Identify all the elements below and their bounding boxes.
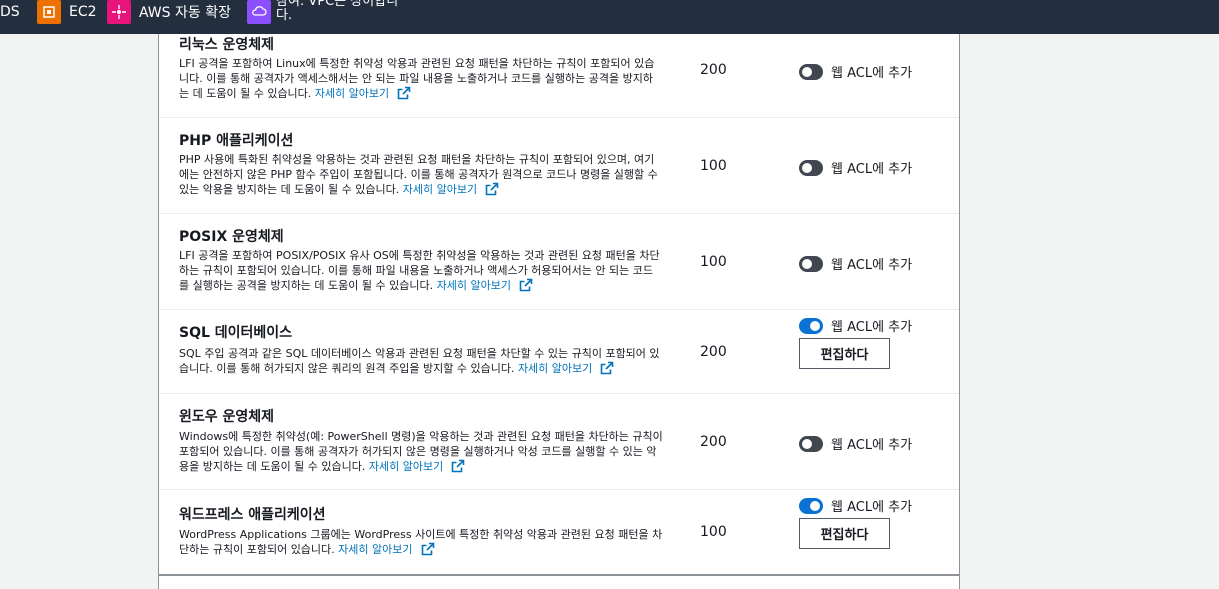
rule-title: 리눅스 운영체제 xyxy=(179,37,275,53)
add-to-web-acl-toggle[interactable]: 웹 ACL에 추가 xyxy=(799,434,912,453)
capacity-value: 200 xyxy=(700,434,727,450)
edit-button[interactable]: 편집하다 xyxy=(799,338,890,369)
add-to-web-acl-toggle[interactable]: 웹 ACL에 추가 xyxy=(799,254,912,273)
edit-button[interactable]: 편집하다 xyxy=(799,518,890,549)
nav-item-ec2[interactable]: EC2 xyxy=(37,0,97,24)
capacity-value: 200 xyxy=(700,62,727,78)
toggle-label: 웹 ACL에 추가 xyxy=(831,438,913,453)
external-link-icon[interactable] xyxy=(397,86,411,100)
toggle-switch[interactable] xyxy=(799,317,823,334)
toggle-switch[interactable] xyxy=(799,435,823,452)
external-link-icon[interactable] xyxy=(519,278,533,292)
rule-title: 윈도우 운영체제 xyxy=(179,409,275,425)
toggle-label: 웹 ACL에 추가 xyxy=(831,66,913,81)
rule-row-wordpress: 워드프레스 애플리케이션 WordPress Applications 그룹에는… xyxy=(159,490,959,575)
capacity-value: 100 xyxy=(700,158,727,174)
nav-autoscaling-label: AWS 자동 확장 xyxy=(139,5,231,21)
rule-row-windows: 윈도우 운영체제 Windows에 특정한 취약성(예: PowerShell … xyxy=(159,394,959,490)
rule-row-linux: 리눅스 운영체제 LFI 공격을 포함하여 Linux에 특정한 취약성 악용과… xyxy=(159,34,959,118)
rule-title: 워드프레스 애플리케이션 xyxy=(179,507,326,523)
toggle-switch[interactable] xyxy=(799,63,823,80)
add-to-web-acl-toggle[interactable]: 웹 ACL에 추가 xyxy=(799,158,912,177)
add-to-web-acl-toggle[interactable]: 웹 ACL에 추가 xyxy=(799,62,912,81)
rule-row-php: PHP 애플리케이션 PHP 사용에 특화된 취약성을 악용하는 것과 관련된 … xyxy=(159,118,959,214)
external-link-icon[interactable] xyxy=(421,542,435,556)
learn-more-link[interactable]: 자세히 알아보기 xyxy=(315,87,389,100)
rule-row-sql: SQL 데이터베이스 SQL 주입 공격과 같은 SQL 데이터베이스 악용과 … xyxy=(159,310,959,394)
rule-title: POSIX 운영체제 xyxy=(179,229,284,245)
learn-more-link[interactable]: 자세히 알아보기 xyxy=(403,183,477,196)
add-to-web-acl-toggle[interactable]: 웹 ACL에 추가 xyxy=(799,316,912,335)
toggle-switch[interactable] xyxy=(799,255,823,272)
rule-row-posix: POSIX 운영체제 LFI 공격을 포함하여 POSIX/POSIX 유사 O… xyxy=(159,214,959,310)
rule-description: LFI 공격을 포함하여 Linux에 특정한 취약성 악용과 관련된 요청 패… xyxy=(179,57,655,100)
toggle-label: 웹 ACL에 추가 xyxy=(831,258,913,273)
rule-description: LFI 공격을 포함하여 POSIX/POSIX 유사 OS에 특정한 취약성을… xyxy=(179,249,660,292)
rule-description: SQL 주입 공격과 같은 SQL 데이터베이스 악용과 관련된 요청 패턴을 … xyxy=(179,347,660,375)
nav-item-partial[interactable]: DS xyxy=(0,0,20,24)
capacity-value: 100 xyxy=(700,524,727,540)
ec2-icon xyxy=(37,0,61,24)
toggle-switch[interactable] xyxy=(799,497,823,514)
nav-partial-label: DS xyxy=(0,4,20,20)
learn-more-link[interactable]: 자세히 알아보기 xyxy=(518,362,592,375)
toggle-label: 웹 ACL에 추가 xyxy=(831,320,913,335)
external-link-icon[interactable] xyxy=(451,459,465,473)
next-section-card xyxy=(158,575,960,589)
toggle-label: 웹 ACL에 추가 xyxy=(831,162,913,177)
learn-more-link[interactable]: 자세히 알아보기 xyxy=(369,460,443,473)
rule-title: SQL 데이터베이스 xyxy=(179,325,293,341)
capacity-value: 100 xyxy=(700,254,727,270)
nav-item-autoscaling[interactable]: AWS 자동 확장 xyxy=(107,0,231,24)
external-link-icon[interactable] xyxy=(485,182,499,196)
nav-item-vpc[interactable] xyxy=(247,0,279,24)
top-nav-bar: DS EC2 AWS 자동 확장 참여: VPC는 상이합니 다. xyxy=(0,0,1219,34)
toggle-label: 웹 ACL에 추가 xyxy=(831,500,913,515)
vpc-cloud-icon xyxy=(247,0,271,24)
autoscaling-icon xyxy=(107,0,131,24)
rule-description: WordPress Applications 그룹에는 WordPress 사이… xyxy=(179,528,663,556)
learn-more-link[interactable]: 자세히 알아보기 xyxy=(437,279,511,292)
toggle-switch[interactable] xyxy=(799,159,823,176)
rule-title: PHP 애플리케이션 xyxy=(179,133,294,149)
rule-description: Windows에 특정한 취약성(예: PowerShell 명령)을 악용하는… xyxy=(179,430,663,473)
nav-ec2-label: EC2 xyxy=(69,4,97,20)
add-to-web-acl-toggle[interactable]: 웹 ACL에 추가 xyxy=(799,496,912,515)
nav-notice-text: 참여: VPC는 상이합니 다. xyxy=(276,0,399,23)
rule-groups-card: 리눅스 운영체제 LFI 공격을 포함하여 Linux에 특정한 취약성 악용과… xyxy=(158,34,960,575)
capacity-value: 200 xyxy=(700,344,727,360)
external-link-icon[interactable] xyxy=(600,361,614,375)
rule-description: PHP 사용에 특화된 취약성을 악용하는 것과 관련된 요청 패턴을 차단하는… xyxy=(179,153,658,196)
learn-more-link[interactable]: 자세히 알아보기 xyxy=(338,543,412,556)
